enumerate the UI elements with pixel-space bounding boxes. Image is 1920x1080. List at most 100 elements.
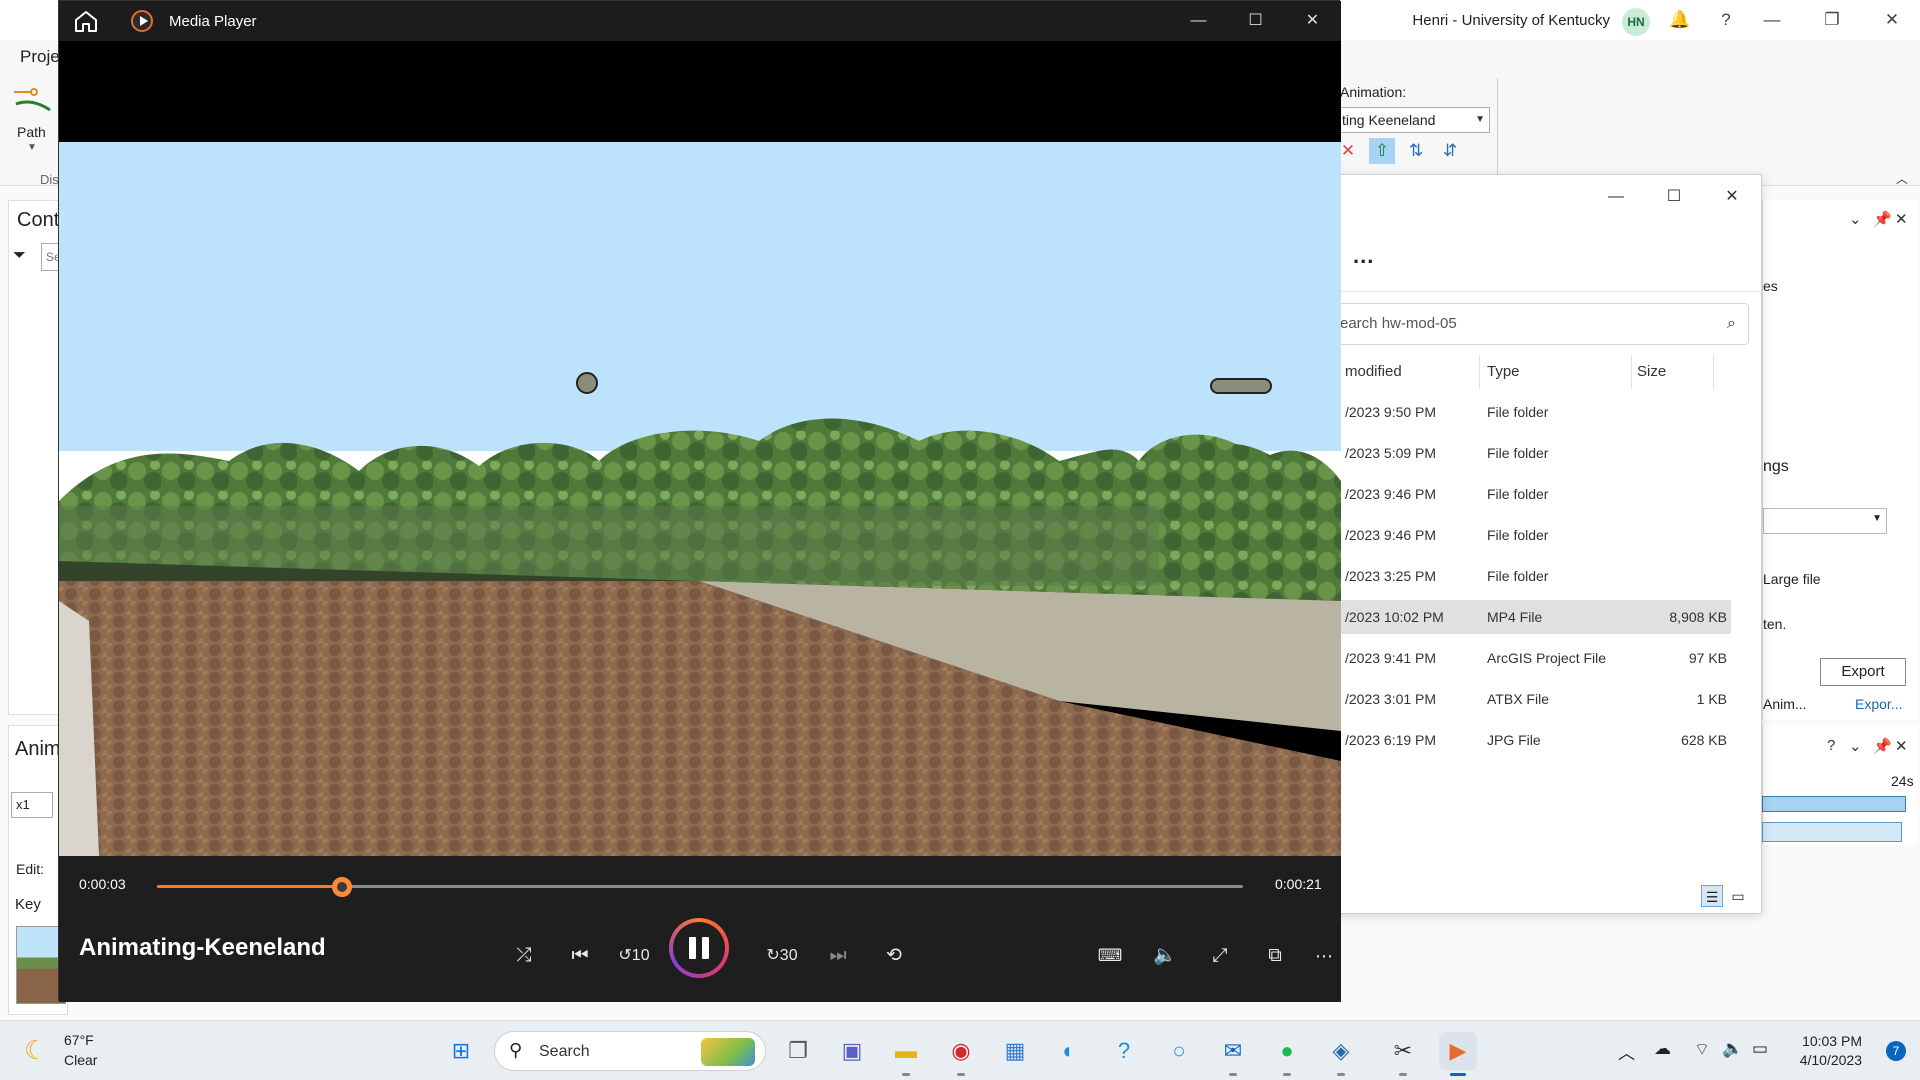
- collapse-ribbon-icon[interactable]: ︿: [1896, 170, 1908, 187]
- mini-player-icon[interactable]: ⧉: [1254, 938, 1296, 974]
- move-up-icon[interactable]: ⇧: [1369, 138, 1395, 164]
- table-row-selected[interactable]: /2023 10:02 PM MP4 File 8,908 KB: [1331, 600, 1731, 634]
- vivaldi-icon[interactable]: ◉: [942, 1032, 980, 1070]
- timeline-track[interactable]: [1762, 796, 1906, 812]
- keyframes-label[interactable]: Key: [15, 896, 41, 913]
- close-icon[interactable]: ✕: [1703, 175, 1761, 219]
- timeline-track-secondary[interactable]: [1762, 822, 1902, 842]
- previous-track-icon[interactable]: ⏮: [559, 938, 601, 974]
- pin-icon[interactable]: 📌: [1873, 737, 1892, 755]
- onedrive-icon[interactable]: ☁: [1654, 1039, 1671, 1059]
- seek-bar[interactable]: [157, 877, 1243, 897]
- sort-ascending-icon[interactable]: ⇅: [1403, 138, 1429, 164]
- column-header-type[interactable]: Type: [1487, 363, 1520, 380]
- column-divider[interactable]: [1713, 355, 1714, 389]
- help-icon[interactable]: ?: [1827, 737, 1835, 754]
- cortana-icon[interactable]: ○: [1160, 1032, 1198, 1070]
- store-icon[interactable]: ▦: [996, 1032, 1034, 1070]
- media-player-icon[interactable]: ▶: [1439, 1032, 1477, 1070]
- table-row[interactable]: /2023 5:09 PM File folder: [1331, 436, 1731, 470]
- details-view-icon[interactable]: ☰: [1701, 885, 1723, 907]
- close-icon[interactable]: ✕: [1895, 210, 1908, 228]
- battery-icon[interactable]: ▭: [1752, 1039, 1768, 1059]
- column-divider[interactable]: [1631, 355, 1632, 389]
- path-icon[interactable]: [12, 84, 52, 116]
- seek-bar-thumb[interactable]: [331, 877, 352, 897]
- snipping-tool-icon[interactable]: ✂: [1384, 1032, 1422, 1070]
- home-icon[interactable]: [73, 9, 99, 33]
- moon-weather-icon[interactable]: ☾: [24, 1035, 47, 1066]
- table-row[interactable]: /2023 9:41 PM ArcGIS Project File 97 KB: [1331, 641, 1731, 675]
- path-button-label[interactable]: Path: [17, 124, 46, 140]
- weather-condition[interactable]: Clear: [64, 1052, 97, 1068]
- filter-icon[interactable]: ⏷: [13, 247, 26, 265]
- close-icon[interactable]: ✕: [1284, 1, 1341, 41]
- task-view-icon[interactable]: ❐: [779, 1032, 817, 1070]
- fullscreen-icon[interactable]: ⤢: [1199, 938, 1241, 974]
- sort-descending-icon[interactable]: ⇵: [1437, 138, 1463, 164]
- column-header-size[interactable]: Size: [1637, 363, 1666, 380]
- explorer-search-input[interactable]: earch hw-mod-05 ⌕: [1331, 303, 1749, 345]
- taskbar-search[interactable]: ⚲ Search: [494, 1031, 766, 1071]
- export-dropdown[interactable]: ▼: [1763, 508, 1887, 534]
- more-options-icon[interactable]: ⋯: [1309, 938, 1339, 974]
- notification-bell-icon[interactable]: 🔔: [1666, 8, 1694, 32]
- signed-in-user[interactable]: Henri - University of Kentucky: [1412, 12, 1610, 29]
- pin-icon[interactable]: 📌: [1873, 210, 1892, 228]
- minimize-icon[interactable]: —: [1587, 175, 1645, 219]
- vpn-icon[interactable]: ◈: [1322, 1032, 1360, 1070]
- table-row[interactable]: /2023 3:01 PM ATBX File 1 KB: [1331, 682, 1731, 716]
- table-row[interactable]: /2023 3:25 PM File folder: [1331, 559, 1731, 593]
- animation-select[interactable]: ting Keeneland ▼: [1335, 107, 1490, 133]
- table-row[interactable]: /2023 9:46 PM File folder: [1331, 477, 1731, 511]
- close-icon[interactable]: ✕: [1878, 8, 1906, 32]
- skip-back-10-icon[interactable]: ↺10: [613, 938, 655, 974]
- restore-icon[interactable]: ❐: [1818, 8, 1846, 32]
- wifi-icon[interactable]: ⌔: [1694, 1039, 1710, 1060]
- spotify-icon[interactable]: ●: [1268, 1032, 1306, 1070]
- repeat-off-icon[interactable]: ⟲: [873, 938, 915, 974]
- shuffle-icon[interactable]: ⤮: [503, 938, 545, 974]
- maximize-icon[interactable]: ☐: [1227, 1, 1284, 41]
- volume-icon[interactable]: 🔈: [1144, 938, 1186, 974]
- next-track-icon[interactable]: ⏭: [817, 938, 859, 974]
- table-row[interactable]: /2023 9:46 PM File folder: [1331, 518, 1731, 552]
- column-divider[interactable]: [1479, 355, 1480, 389]
- ribbon-tab-project[interactable]: Proje: [20, 47, 60, 67]
- skip-forward-30-icon[interactable]: ↻30: [761, 938, 803, 974]
- tiles-view-icon[interactable]: ▭: [1727, 885, 1749, 907]
- help-icon[interactable]: ?: [1712, 8, 1740, 32]
- avatar[interactable]: HN: [1622, 8, 1650, 36]
- video-frame[interactable]: [59, 41, 1341, 856]
- outlook-icon[interactable]: ✉: [1214, 1032, 1252, 1070]
- weather-temperature[interactable]: 67°F: [64, 1032, 94, 1048]
- maximize-icon[interactable]: ☐: [1645, 175, 1703, 219]
- more-options-icon[interactable]: ...: [1353, 243, 1374, 269]
- chevron-up-icon[interactable]: ︿: [1618, 1039, 1635, 1064]
- subtitles-icon[interactable]: ⌨: [1089, 938, 1131, 974]
- close-icon[interactable]: ✕: [1895, 737, 1908, 755]
- chevron-down-icon[interactable]: ⌄: [1849, 737, 1862, 755]
- teams-icon[interactable]: ▣: [833, 1032, 871, 1070]
- tab-animation[interactable]: Anim...: [1763, 696, 1807, 712]
- search-icon[interactable]: ⌕: [1727, 304, 1736, 344]
- speed-input[interactable]: x1: [11, 792, 53, 818]
- tab-export[interactable]: Expor...: [1855, 696, 1902, 712]
- notification-badge[interactable]: 7: [1886, 1041, 1906, 1061]
- table-row[interactable]: /2023 6:19 PM JPG File 628 KB: [1331, 723, 1731, 757]
- help-icon[interactable]: ?: [1105, 1032, 1143, 1070]
- chevron-down-icon[interactable]: ⌄: [1849, 210, 1862, 228]
- export-button[interactable]: Export: [1820, 658, 1906, 686]
- volume-icon[interactable]: 🔈: [1722, 1039, 1743, 1059]
- minimize-icon[interactable]: —: [1170, 1, 1227, 41]
- column-header-modified[interactable]: modified: [1345, 363, 1402, 380]
- table-row[interactable]: /2023 9:50 PM File folder: [1331, 395, 1731, 429]
- clock[interactable]: 10:03 PM 4/10/2023: [1800, 1032, 1862, 1070]
- animation-label: Animation:: [1340, 84, 1407, 100]
- minimize-icon[interactable]: —: [1758, 8, 1786, 32]
- file-explorer-icon[interactable]: ▬: [887, 1032, 925, 1070]
- pause-button[interactable]: [669, 918, 729, 978]
- start-icon[interactable]: ⊞: [442, 1032, 480, 1070]
- edge-icon[interactable]: ◐: [1050, 1032, 1088, 1070]
- chevron-down-icon[interactable]: ▼: [27, 142, 37, 153]
